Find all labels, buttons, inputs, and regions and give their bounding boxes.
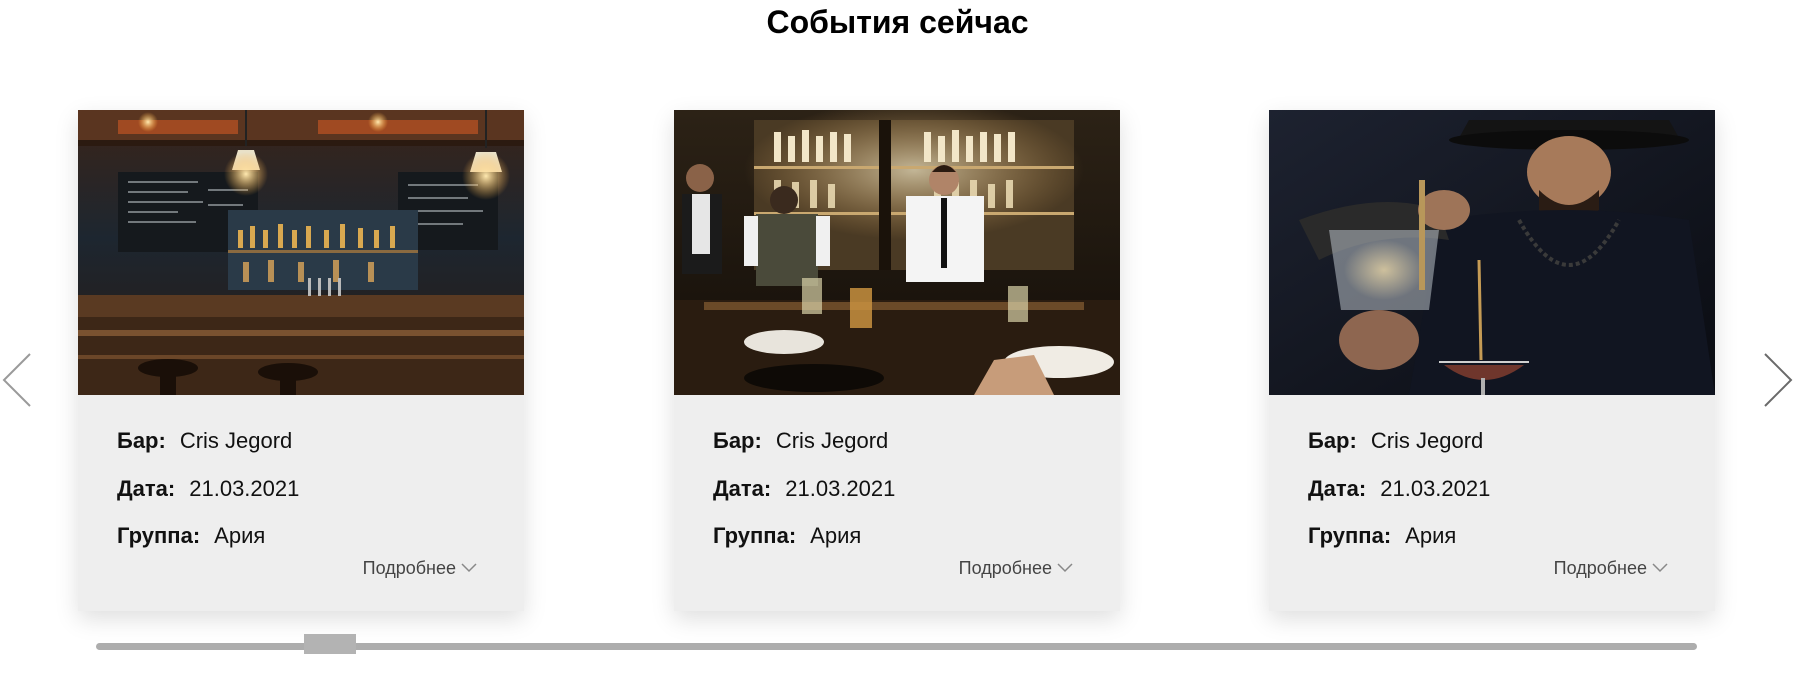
date-value: 21.03.2021 — [189, 476, 300, 501]
event-image-bar-interior — [78, 110, 524, 395]
event-date-row: Дата: 21.03.2021 — [713, 476, 895, 502]
more-details-label: Подробнее — [1553, 558, 1647, 578]
section-title: События сейчас — [766, 4, 1029, 40]
chevron-down-icon — [1057, 563, 1073, 573]
date-value: 21.03.2021 — [785, 476, 896, 501]
event-group-row: Группа: Ария — [1308, 523, 1456, 549]
chevron-down-icon — [461, 563, 477, 573]
group-label: Группа: — [117, 523, 201, 548]
chevron-right-icon — [1764, 353, 1793, 407]
event-image-bartenders — [674, 110, 1120, 395]
event-image-bartender-pouring — [1269, 110, 1715, 395]
chevron-left-icon — [2, 353, 31, 407]
event-card[interactable]: Бар: Cris Jegord Дата: 21.03.2021 Группа: А… — [78, 110, 524, 611]
chevron-down-icon — [1652, 563, 1668, 573]
date-value: 21.03.2021 — [1380, 476, 1491, 501]
event-card[interactable]: Бар: Cris Jegord Дата: 21.03.2021 Группа: А… — [1269, 110, 1715, 611]
bar-value: Cris Jegord — [775, 428, 889, 453]
carousel-scrollbar-thumb[interactable] — [304, 634, 356, 654]
event-bar-row: Бар: Cris Jegord — [1308, 428, 1483, 454]
group-label: Группа: — [1308, 523, 1392, 548]
more-details-label: Подробнее — [958, 558, 1052, 578]
group-value: Ария — [214, 523, 266, 548]
date-label: Дата: — [117, 476, 176, 501]
bar-label: Бар: — [1308, 428, 1357, 453]
event-group-row: Группа: Ария — [117, 523, 265, 549]
event-date-row: Дата: 21.03.2021 — [1308, 476, 1490, 502]
date-label: Дата: — [1308, 476, 1367, 501]
bar-label: Бар: — [713, 428, 762, 453]
carousel-prev-button[interactable] — [0, 350, 36, 410]
group-value: Ария — [1405, 523, 1457, 548]
event-date-row: Дата: 21.03.2021 — [117, 476, 299, 502]
bar-label: Бар: — [117, 428, 166, 453]
carousel-next-button[interactable] — [1759, 350, 1795, 410]
bar-value: Cris Jegord — [1370, 428, 1484, 453]
date-label: Дата: — [713, 476, 772, 501]
event-bar-row: Бар: Cris Jegord — [117, 428, 292, 454]
more-details-label: Подробнее — [362, 558, 456, 578]
more-details-link[interactable]: Подробнее — [1554, 557, 1669, 579]
group-label: Группа: — [713, 523, 797, 548]
event-card[interactable]: Бар: Cris Jegord Дата: 21.03.2021 Группа: А… — [674, 110, 1120, 611]
group-value: Ария — [810, 523, 862, 548]
event-group-row: Группа: Ария — [713, 523, 861, 549]
more-details-link[interactable]: Подробнее — [959, 557, 1074, 579]
more-details-link[interactable]: Подробнее — [363, 557, 478, 579]
bar-value: Cris Jegord — [179, 428, 293, 453]
event-bar-row: Бар: Cris Jegord — [713, 428, 888, 454]
